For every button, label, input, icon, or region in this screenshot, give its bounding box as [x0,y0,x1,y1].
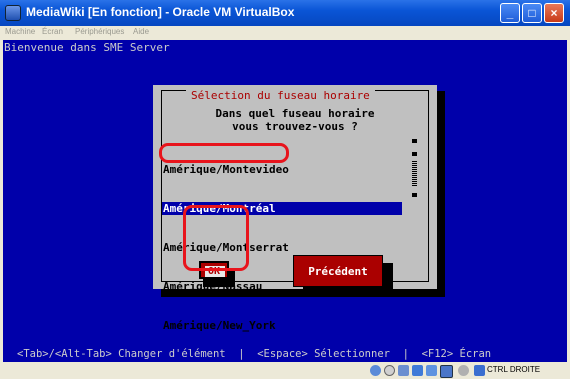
capture-icon[interactable] [458,365,469,376]
welcome-banner: Bienvenue dans SME Server [4,41,170,54]
shared-folder-icon[interactable] [426,365,437,376]
vm-statusbar: CTRL DROITE [0,362,570,379]
scroll-down-marker [412,193,417,197]
list-item[interactable]: Amérique/New_York [162,319,402,332]
window-title: MediaWiki [En fonction] - Oracle VM Virt… [26,5,295,19]
virtualbox-window: MediaWiki [En fonction] - Oracle VM Virt… [0,0,570,379]
menu-machine[interactable]: Machine [5,27,35,36]
selection-highlight-annotation [159,143,289,163]
mouse-integration-icon[interactable] [474,365,485,376]
display-icon[interactable] [440,365,453,378]
scroll-thumb[interactable] [412,161,417,187]
timezone-prompt: Dans quel fuseau horaire vous trouvez-vo… [215,107,375,133]
list-item[interactable]: Amérique/Montevideo [162,163,402,176]
keyboard-help-line: <Tab>/<Alt-Tab> Changer d'élément | <Esp… [17,348,492,360]
maximize-button[interactable]: □ [522,3,542,23]
minimize-button[interactable]: _ [500,3,520,23]
harddisk-icon[interactable] [370,365,381,376]
ok-highlight-annotation [183,205,249,271]
virtualbox-app-icon [5,5,21,21]
menu-ecran[interactable]: Écran [42,27,63,36]
network-icon[interactable] [412,365,423,376]
scroll-marker [412,152,417,156]
usb-icon[interactable] [398,365,409,376]
close-button[interactable]: × [544,3,564,23]
previous-button-label: Précédent [308,265,368,278]
previous-button[interactable]: Précédent [293,255,383,287]
scroll-up-marker [412,139,417,143]
host-key-label: CTRL DROITE [487,365,541,374]
menubar: Machine Écran Périphériques Aide [0,26,570,40]
window-titlebar[interactable]: MediaWiki [En fonction] - Oracle VM Virt… [0,0,570,26]
list-scrollbar[interactable] [411,137,419,203]
menu-aide[interactable]: Aide [133,27,149,36]
vm-console-screen[interactable]: Bienvenue dans SME Server Sélection du f… [3,40,567,362]
dialog-title: Sélection du fuseau horaire [186,89,375,102]
cdrom-icon[interactable] [384,365,395,376]
menu-peripheriques[interactable]: Périphériques [75,27,124,36]
